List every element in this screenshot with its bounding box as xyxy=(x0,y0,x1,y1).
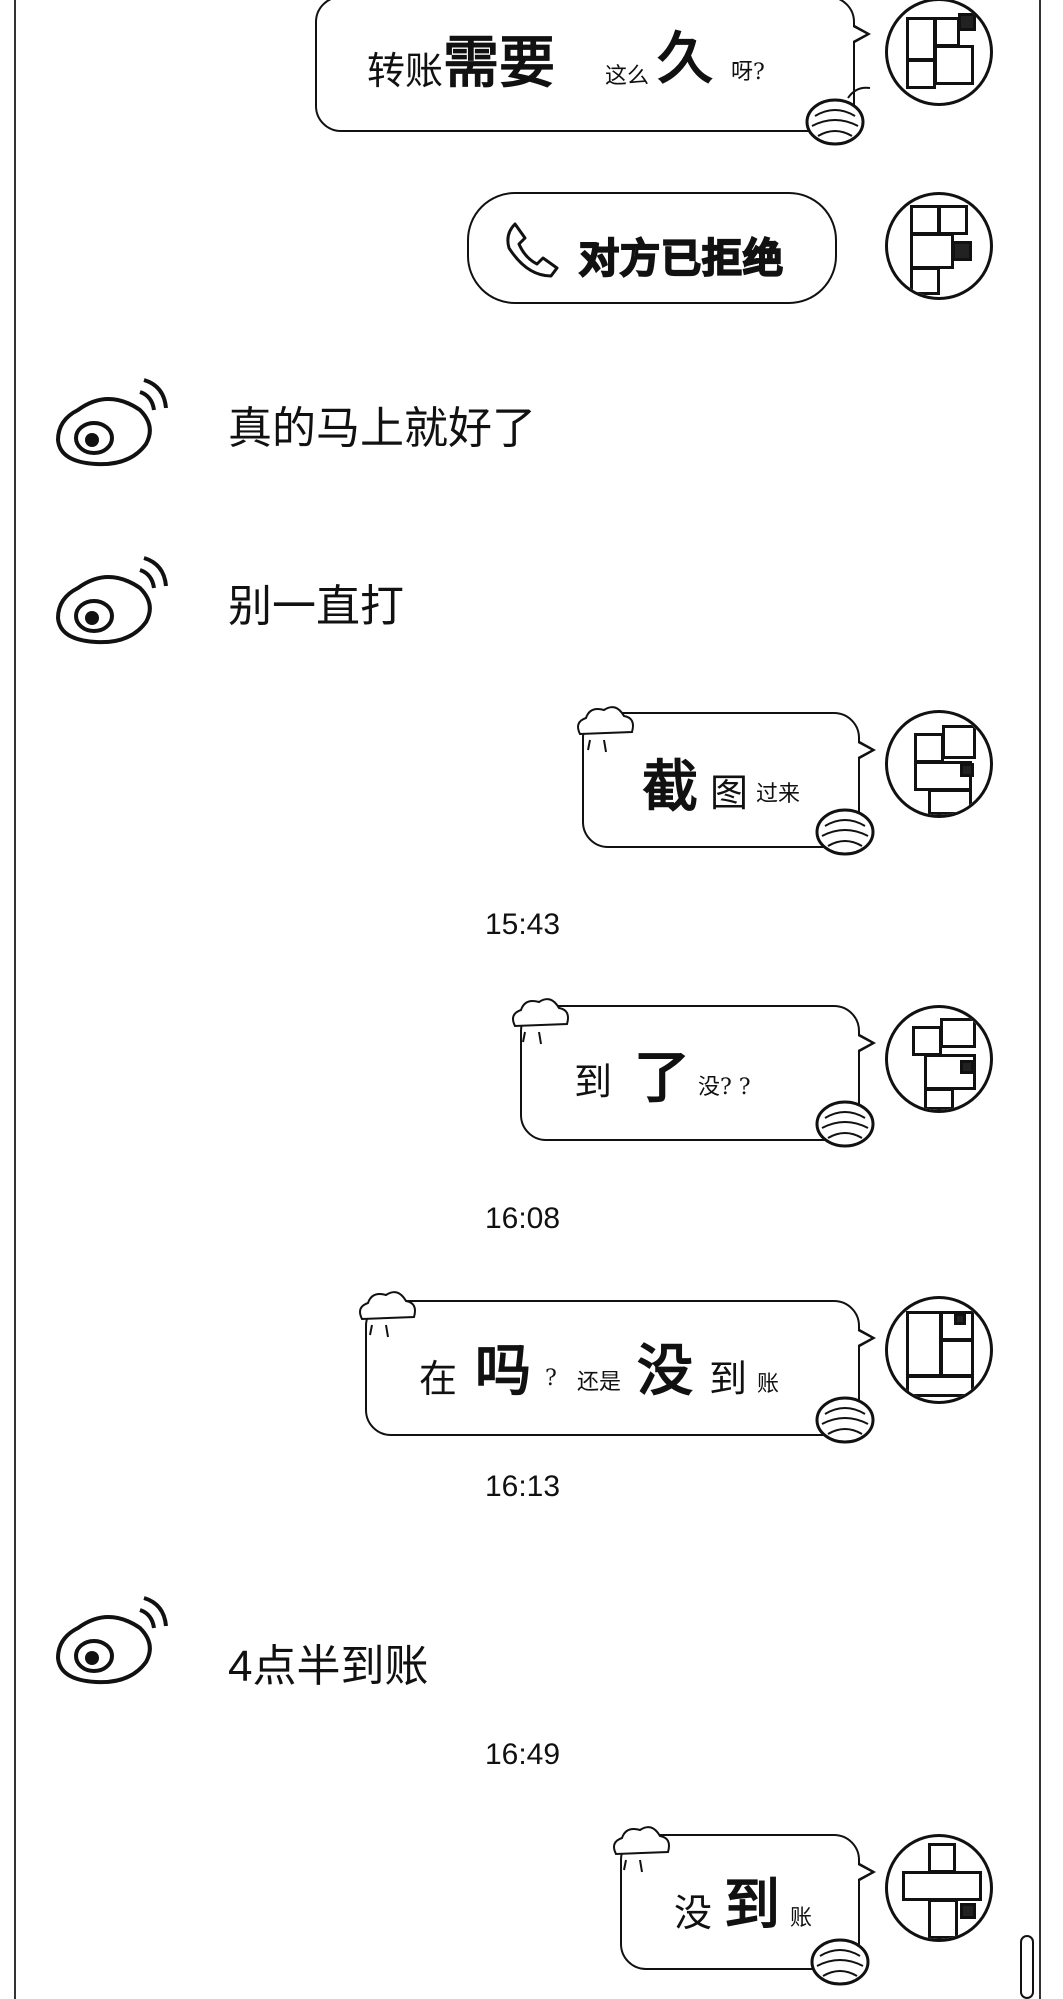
message-text: 过来 xyxy=(756,782,801,807)
bubble-tail xyxy=(856,1328,876,1348)
message-text: 久 xyxy=(657,26,713,92)
message-timestamp: 16:13 xyxy=(484,1470,561,1503)
weibo-logo-icon[interactable] xyxy=(48,548,168,652)
message-text-other[interactable]: 真的马上就好了 xyxy=(228,392,536,456)
chat-bubble-self[interactable]: 到 了 没? ? xyxy=(520,1005,876,1141)
message-text: 到 xyxy=(574,1060,613,1104)
message-text-other[interactable]: 别一直打 xyxy=(228,570,404,634)
message-timestamp: 15:43 xyxy=(484,908,561,941)
self-avatar-icon[interactable] xyxy=(885,710,993,818)
bubble-tail xyxy=(856,1862,876,1882)
message-text: 到 xyxy=(724,1872,780,1938)
message-text: 截 xyxy=(642,754,698,820)
message-text: 了 xyxy=(634,1045,690,1111)
message-text: 这么 xyxy=(605,64,650,89)
chat-bubble-self[interactable]: 转账 需要 这么 久 呀? xyxy=(315,0,871,132)
message-text: 没? ? xyxy=(698,1075,751,1100)
call-status-text: 对方已拒绝 xyxy=(578,235,784,283)
message-text: 账 xyxy=(790,1906,813,1931)
phone-icon xyxy=(506,222,559,278)
chat-bubble-self[interactable]: 没 到 账 xyxy=(620,1834,876,1970)
message-text: 图 xyxy=(710,771,749,815)
message-text: 到 xyxy=(709,1357,748,1401)
self-avatar-icon[interactable] xyxy=(885,1005,993,1113)
message-text: 呀? xyxy=(731,60,765,85)
self-avatar-icon[interactable] xyxy=(885,192,993,300)
bubble-tail xyxy=(851,24,871,44)
weibo-logo-icon[interactable] xyxy=(48,370,168,474)
message-timestamp: 16:49 xyxy=(484,1738,561,1771)
bubble-tail xyxy=(856,1033,876,1053)
self-avatar-icon[interactable] xyxy=(885,1834,993,1942)
message-text: 账 xyxy=(757,1372,780,1397)
chat-bubble-self[interactable]: 截 图 过来 xyxy=(582,712,876,848)
message-text: 还是 xyxy=(577,1370,622,1395)
chat-bubble-self[interactable]: 在 吗 ? 还是 没 到 账 xyxy=(365,1300,876,1436)
bubble-tail xyxy=(856,740,876,760)
self-avatar-icon[interactable] xyxy=(885,0,993,106)
message-text: 没 xyxy=(637,1338,693,1404)
message-text: 吗 xyxy=(475,1338,531,1404)
message-text: 转账 xyxy=(367,49,444,93)
screen-edge-left xyxy=(14,0,16,1999)
message-timestamp: 16:08 xyxy=(484,1202,561,1235)
screen-edge-right xyxy=(1039,0,1041,1999)
message-text: ? xyxy=(545,1366,557,1391)
self-avatar-icon[interactable] xyxy=(885,1296,993,1404)
message-text: 在 xyxy=(419,1357,458,1401)
message-text: 需要 xyxy=(443,30,555,96)
message-text: 没 xyxy=(674,1891,713,1935)
call-record-bubble[interactable]: 对方已拒绝 xyxy=(467,192,837,304)
message-text-other[interactable]: 4点半到账 xyxy=(228,1630,428,1694)
scrollbar-thumb[interactable] xyxy=(1020,1935,1034,1999)
weibo-logo-icon[interactable] xyxy=(48,1588,168,1692)
